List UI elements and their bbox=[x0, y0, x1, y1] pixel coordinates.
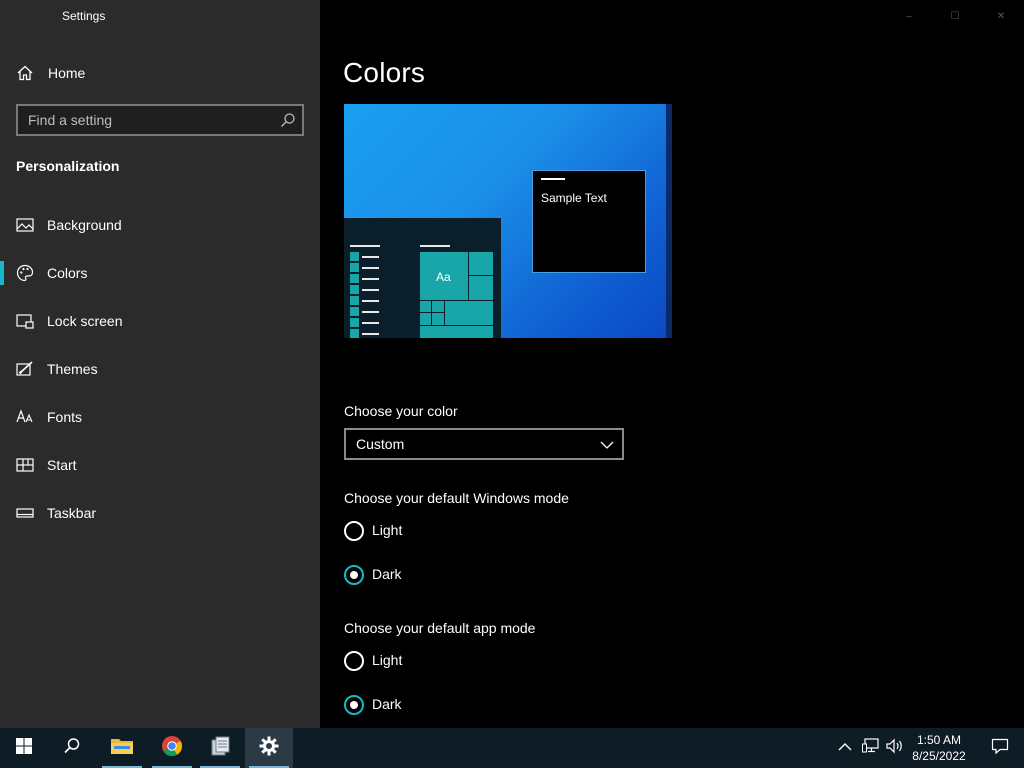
search-icon[interactable] bbox=[280, 112, 296, 128]
sidebar-item-label: Fonts bbox=[47, 409, 83, 425]
action-center-button[interactable] bbox=[976, 728, 1024, 768]
clock-time: 1:50 AM bbox=[916, 733, 962, 747]
color-dropdown-value: Custom bbox=[356, 436, 405, 452]
sidebar-item-label: Background bbox=[47, 217, 122, 233]
lock-screen-icon bbox=[16, 312, 34, 330]
start-icon bbox=[16, 456, 34, 474]
minimize-button[interactable]: – bbox=[886, 0, 932, 32]
color-dropdown[interactable]: Custom bbox=[344, 428, 624, 460]
sidebar-item-label: Themes bbox=[47, 361, 98, 377]
sidebar-item-label: Colors bbox=[47, 265, 88, 281]
windows-logo-icon bbox=[15, 737, 33, 760]
app-title: Settings bbox=[62, 9, 106, 23]
clock[interactable]: 1:50 AM 8/25/2022 bbox=[906, 728, 972, 768]
sidebar-item-background[interactable]: Background bbox=[0, 205, 320, 245]
radio-circle bbox=[344, 565, 364, 585]
close-button[interactable]: ✕ bbox=[978, 0, 1024, 32]
sidebar-item-label: Lock screen bbox=[47, 313, 123, 329]
network-button[interactable] bbox=[862, 728, 882, 768]
preview-window: Sample Text bbox=[532, 170, 646, 273]
file-manager-button[interactable] bbox=[196, 728, 244, 768]
main-panel: – ☐ ✕ Colors Sample Text Aa Choose your … bbox=[320, 0, 1024, 728]
sidebar-item-themes[interactable]: Themes bbox=[0, 349, 320, 389]
start-button[interactable] bbox=[0, 728, 48, 768]
sidebar-item-label: Taskbar bbox=[47, 505, 97, 521]
chevron-up-icon bbox=[838, 739, 852, 757]
sidebar-item-taskbar[interactable]: Taskbar bbox=[0, 493, 320, 533]
preview-title-bar bbox=[541, 178, 565, 180]
sidebar-item-fonts[interactable]: Fonts bbox=[0, 397, 320, 437]
sidebar-item-start[interactable]: Start bbox=[0, 445, 320, 485]
sidebar-item-lock-screen[interactable]: Lock screen bbox=[0, 301, 320, 341]
choose-color-label: Choose your color bbox=[344, 403, 458, 419]
maximize-button[interactable]: ☐ bbox=[932, 0, 978, 32]
notification-icon bbox=[991, 737, 1009, 760]
show-hidden-icons-button[interactable] bbox=[838, 728, 856, 768]
preview-sample-text: Sample Text bbox=[541, 191, 607, 205]
color-preview: Sample Text Aa bbox=[344, 104, 672, 338]
radio-label: Dark bbox=[372, 566, 402, 582]
home-icon bbox=[16, 64, 34, 82]
palette-icon bbox=[16, 264, 34, 282]
app-mode-label: Choose your default app mode bbox=[344, 620, 536, 636]
taskbar: 1:50 AM 8/25/2022 bbox=[0, 728, 1024, 768]
taskbar-icon bbox=[16, 504, 34, 522]
sidebar-item-colors[interactable]: Colors bbox=[0, 253, 320, 293]
radio-circle bbox=[344, 651, 364, 671]
windows-mode-dark-radio[interactable]: Dark bbox=[344, 563, 544, 587]
search-box[interactable] bbox=[16, 104, 304, 136]
settings-icon bbox=[259, 736, 279, 761]
section-title: Personalization bbox=[16, 158, 120, 174]
search-icon bbox=[63, 737, 81, 760]
file-explorer-icon bbox=[110, 736, 134, 761]
volume-icon bbox=[886, 738, 904, 759]
selection-indicator bbox=[0, 261, 4, 285]
app-mode-dark-radio[interactable]: Dark bbox=[344, 693, 544, 717]
network-icon bbox=[862, 737, 880, 759]
windows-mode-light-radio[interactable]: Light bbox=[344, 519, 544, 543]
radio-circle bbox=[344, 521, 364, 541]
sidebar: Settings Home Personalization Background… bbox=[0, 0, 320, 728]
preview-tile-text: Aa bbox=[436, 270, 451, 284]
radio-dot bbox=[350, 701, 358, 709]
picture-icon bbox=[16, 216, 34, 234]
chrome-button[interactable] bbox=[148, 728, 196, 768]
sidebar-item-label: Start bbox=[47, 457, 77, 473]
radio-circle bbox=[344, 695, 364, 715]
file-explorer-button[interactable] bbox=[98, 728, 146, 768]
window-controls: – ☐ ✕ bbox=[886, 0, 1024, 32]
chevron-down-icon bbox=[600, 438, 614, 450]
file-manager-icon bbox=[209, 735, 231, 762]
radio-label: Dark bbox=[372, 696, 402, 712]
clock-date: 8/25/2022 bbox=[912, 749, 966, 763]
search-input[interactable] bbox=[18, 106, 268, 134]
settings-button[interactable] bbox=[245, 728, 293, 768]
radio-dot bbox=[350, 571, 358, 579]
chrome-icon bbox=[161, 735, 183, 762]
radio-label: Light bbox=[372, 652, 403, 668]
volume-button[interactable] bbox=[886, 728, 906, 768]
taskbar-search-button[interactable] bbox=[48, 728, 96, 768]
brush-icon bbox=[16, 360, 34, 378]
app-mode-light-radio[interactable]: Light bbox=[344, 649, 544, 673]
radio-label: Light bbox=[372, 522, 403, 538]
windows-mode-label: Choose your default Windows mode bbox=[344, 490, 569, 506]
fonts-icon bbox=[16, 408, 34, 426]
home-label: Home bbox=[48, 65, 86, 81]
page-title: Colors bbox=[343, 57, 426, 88]
preview-start-menu: Aa bbox=[344, 218, 501, 338]
home-nav-item[interactable]: Home bbox=[0, 56, 320, 90]
